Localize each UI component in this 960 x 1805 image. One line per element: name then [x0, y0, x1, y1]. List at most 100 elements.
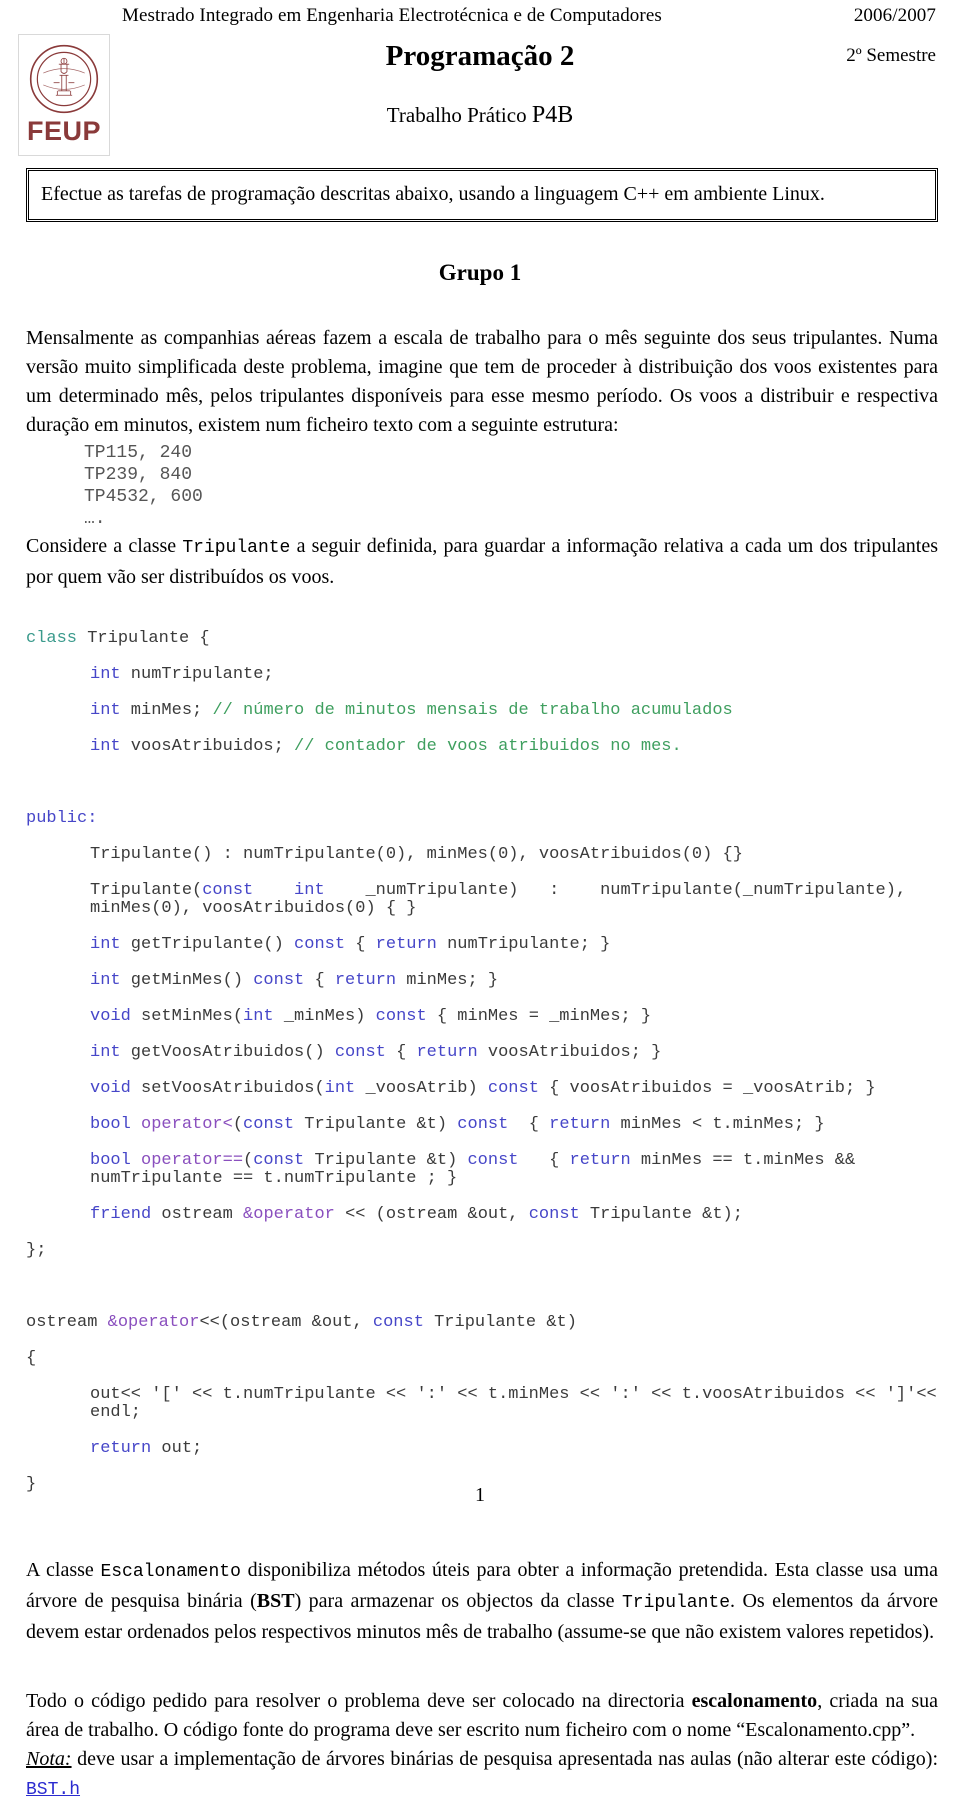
title-center: Programação 2 Trabalho Prático P4B — [18, 30, 942, 130]
esc-mid2: ) para armazenar os objectos da classe — [294, 1590, 622, 1612]
delivery-instructions: Todo o código pedido para resolver o pro… — [26, 1687, 938, 1745]
code-text: Tripulante &t) — [294, 1115, 458, 1134]
code-keyword-const: const — [372, 1313, 424, 1332]
code-text: Tripulante( — [90, 881, 203, 900]
code-text: getTripulante() — [120, 935, 295, 954]
code-keyword-return: return — [569, 1151, 631, 1170]
code-operator-equals: operator== — [130, 1151, 244, 1170]
class-name-tripulante-2: Tripulante — [621, 1593, 731, 1613]
code-keyword-bool: bool — [90, 1151, 131, 1170]
code-text: numTripulante; } — [436, 935, 611, 954]
code-line-15: bool operator==(const Tripulante &t) con… — [26, 1152, 938, 1188]
code-keyword-int: int — [90, 971, 121, 990]
code-text: ostream — [151, 1205, 244, 1224]
code-operator-less: operator< — [130, 1115, 233, 1134]
code-keyword-class: class — [26, 629, 78, 648]
code-keyword-const: const — [243, 1115, 295, 1134]
esc-prefix: A classe — [26, 1559, 101, 1581]
code-text: numTripulante; — [120, 665, 274, 684]
class-name-tripulante: Tripulante — [182, 538, 291, 558]
code-operator-stream: &operator — [107, 1313, 200, 1332]
class-name-escalonamento: Escalonamento — [100, 1562, 241, 1582]
code-keyword-const: const — [528, 1205, 580, 1224]
code-text: { voosAtribuidos = _voosAtrib; } — [538, 1079, 876, 1098]
code-text: { — [518, 1151, 570, 1170]
code-line-4: int voosAtribuidos; // contador de voos … — [26, 738, 938, 756]
code-line-10: int getMinMes() const { return minMes; } — [26, 972, 938, 990]
code-line-12: int getVoosAtribuidos() const { return v… — [26, 1044, 938, 1062]
code-line-8: Tripulante(const int _numTripulante) : n… — [26, 882, 938, 918]
code-line-7: Tripulante() : numTripulante(0), minMes(… — [26, 846, 938, 864]
file-format-sample: TP115, 240 TP239, 840 TP4532, 600 …. — [84, 442, 942, 530]
code-line-2: int numTripulante; — [26, 666, 938, 684]
code-keyword-const: const — [375, 1007, 427, 1026]
code-line-13: void setVoosAtribuidos(int _voosAtrib) c… — [26, 1080, 938, 1098]
code-keyword-int: int — [90, 1043, 121, 1062]
code-text: minMes; — [120, 701, 213, 720]
code-keyword-const: const — [294, 935, 346, 954]
code-keyword-friend: friend — [90, 1205, 152, 1224]
code-text: Tripulante() : numTripulante(0), minMes(… — [90, 845, 743, 864]
document-page: Mestrado Integrado em Engenharia Electro… — [0, 0, 960, 1800]
escalonamento-paragraph: A classe Escalonamento disponibiliza mét… — [26, 1556, 938, 1647]
code-comment: // contador de voos atribuidos no mes. — [294, 737, 682, 756]
bst-header-link[interactable]: BST.h — [26, 1780, 80, 1800]
code-text: minMes; } — [396, 971, 499, 990]
code-keyword-int: int — [294, 881, 325, 900]
code-keyword-const: const — [253, 971, 305, 990]
instruction-box: Efectue as tarefas de programação descri… — [26, 168, 938, 222]
title-block: FEUP Programação 2 Trabalho Prático P4B … — [18, 30, 942, 156]
code-keyword-const: const — [467, 1151, 519, 1170]
assignment-label: Trabalho Prático — [386, 103, 527, 127]
code-line-6: public: — [26, 810, 938, 828]
assignment-code: P4B — [531, 102, 574, 128]
code-text: setMinMes( — [130, 1007, 244, 1026]
code-text: setVoosAtribuidos( — [130, 1079, 325, 1098]
code-text: minMes < t.minMes; } — [610, 1115, 825, 1134]
code-keyword-return: return — [416, 1043, 478, 1062]
bst-abbreviation: BST — [256, 1590, 295, 1612]
delivery-prefix: Todo o código pedido para resolver o pro… — [26, 1690, 692, 1712]
code-text: ( — [232, 1115, 244, 1134]
note-label: Nota: — [26, 1748, 72, 1770]
code-keyword-return: return — [334, 971, 397, 990]
code-line-22: return out; — [26, 1440, 938, 1458]
code-line-3: int minMes; // número de minutos mensais… — [26, 702, 938, 720]
code-text: Tripulante &t); — [579, 1205, 743, 1224]
code-keyword-int: int — [90, 935, 121, 954]
academic-year: 2006/2007 — [853, 5, 936, 26]
file-sample-line-3: TP4532, 600 — [84, 487, 203, 507]
group-heading: Grupo 1 — [438, 260, 522, 285]
code-text: ( — [243, 1151, 254, 1170]
code-text: _minMes) — [273, 1007, 376, 1026]
code-keyword-int: int — [90, 665, 121, 684]
code-line-16: friend ostream &operator << (ostream &ou… — [26, 1206, 938, 1224]
code-keyword-void: void — [90, 1079, 131, 1098]
code-text: { — [345, 935, 376, 954]
code-line-1: class Tripulante { — [26, 630, 938, 648]
code-text: Tripulante &t) — [423, 1313, 577, 1332]
code-text: Tripulante &t) — [304, 1151, 468, 1170]
code-keyword-return: return — [549, 1115, 611, 1134]
file-sample-line-2: TP239, 840 — [84, 465, 193, 485]
directory-name: escalonamento — [691, 1690, 818, 1712]
code-text: { minMes = _minMes; } — [426, 1007, 652, 1026]
code-keyword-const: const — [202, 881, 254, 900]
code-operator-stream: &operator — [243, 1205, 335, 1224]
code-keyword-public: public: — [26, 809, 98, 828]
code-text: _voosAtrib) — [355, 1079, 488, 1098]
code-keyword-int: int — [324, 1079, 356, 1098]
code-keyword-int: int — [243, 1007, 274, 1026]
code-line-17: }; — [26, 1242, 938, 1260]
code-text: getMinMes() — [120, 971, 254, 990]
semester-label: 2º Semestre — [846, 45, 936, 66]
code-text: voosAtribuidos; — [120, 737, 295, 756]
course-name: Mestrado Integrado em Engenharia Electro… — [122, 5, 662, 26]
intro-paragraph-1: Mensalmente as companhias aéreas fazem a… — [26, 327, 938, 436]
code-text: getVoosAtribuidos() — [120, 1043, 335, 1062]
code-text: voosAtribuidos; } — [477, 1043, 662, 1062]
code-keyword-const: const — [253, 1151, 305, 1170]
instruction-text: Efectue as tarefas de programação descri… — [41, 183, 825, 205]
